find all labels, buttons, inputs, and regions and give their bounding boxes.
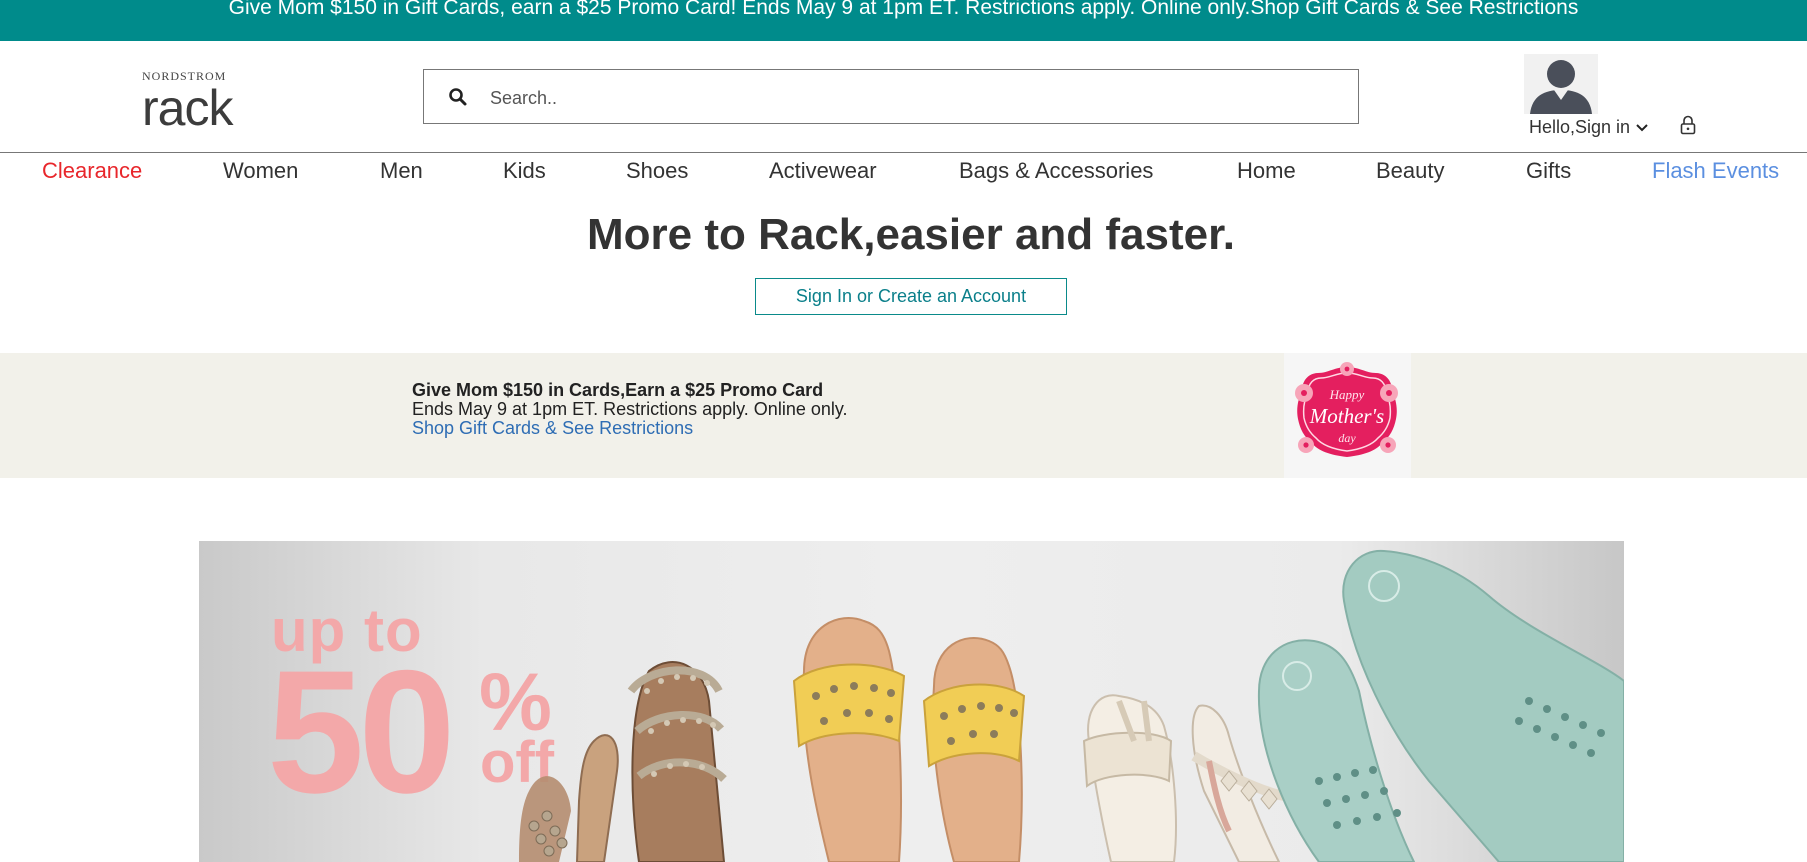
nordstrom-rack-logo[interactable]: NORDSTROM rack: [142, 69, 233, 136]
top-promo-link[interactable]: Shop Gift Cards & See Restrictions: [1250, 0, 1578, 19]
account-label: Hello,Sign in: [1529, 117, 1631, 137]
promo-subtitle: Ends May 9 at 1pm ET. Restrictions apply…: [412, 399, 848, 419]
promo-title: Give Mom $150 in Cards,Earn a $25 Promo …: [412, 380, 824, 400]
sandals-sale-banner[interactable]: up to 50 % off: [199, 541, 1624, 862]
cream-sandal-icon: [1082, 694, 1177, 862]
user-icon: [1530, 60, 1592, 114]
search-bar: [423, 69, 1359, 124]
yellow-slide-left-icon: [792, 617, 906, 862]
logo-rack: rack: [142, 80, 233, 136]
sandals-illustration: [519, 549, 1624, 862]
page-headline: More to Rack,easier and faster.: [586, 210, 1236, 259]
nav-home[interactable]: Home: [1237, 158, 1296, 184]
studded-sandal-1-icon: [519, 734, 619, 862]
search-icon[interactable]: [448, 87, 468, 107]
nav-women[interactable]: Women: [223, 158, 298, 184]
main-nav: Clearance Women Men Kids Shoes Activewea…: [0, 158, 1807, 188]
header-divider: [0, 152, 1807, 153]
chevron-down-icon: [1636, 124, 1648, 132]
nav-flash-events[interactable]: Flash Events: [1652, 158, 1779, 184]
top-promo-text: Give Mom $150 in Gift Cards, earn a $25 …: [228, 0, 1251, 19]
top-promo-bar: Give Mom $150 in Gift Cards, earn a $25 …: [0, 0, 1807, 41]
lock-icon[interactable]: [1679, 115, 1697, 135]
yellow-slide-right-icon: [922, 637, 1026, 862]
badge-day: day: [1338, 431, 1356, 445]
account-sign-in[interactable]: Hello,Sign in: [1529, 117, 1649, 138]
avatar[interactable]: [1524, 54, 1598, 114]
mothers-day-badge-art: Happy Mother's day: [1295, 362, 1398, 457]
nav-men[interactable]: Men: [380, 158, 423, 184]
mothers-day-badge[interactable]: Happy Mother's day: [1284, 353, 1411, 478]
badge-happy: Happy: [1329, 387, 1365, 402]
nav-clearance[interactable]: Clearance: [42, 158, 142, 184]
nav-beauty[interactable]: Beauty: [1376, 158, 1445, 184]
nav-shoes[interactable]: Shoes: [626, 158, 688, 184]
search-input[interactable]: [488, 82, 1332, 114]
nav-bags-accessories[interactable]: Bags & Accessories: [959, 158, 1153, 184]
badge-mothers: Mother's: [1309, 404, 1384, 428]
promo-link[interactable]: Shop Gift Cards & See Restrictions: [412, 418, 693, 438]
nav-activewear[interactable]: Activewear: [769, 158, 877, 184]
nav-gifts[interactable]: Gifts: [1526, 158, 1571, 184]
gladiator-sandal-icon: [627, 661, 727, 862]
sign-in-create-account-button[interactable]: Sign In or Create an Account: [755, 278, 1067, 315]
promo-strip: Give Mom $150 in Cards,Earn a $25 Promo …: [0, 353, 1807, 478]
nav-kids[interactable]: Kids: [503, 158, 546, 184]
promo-text: Give Mom $150 in Cards,Earn a $25 Promo …: [412, 381, 848, 438]
